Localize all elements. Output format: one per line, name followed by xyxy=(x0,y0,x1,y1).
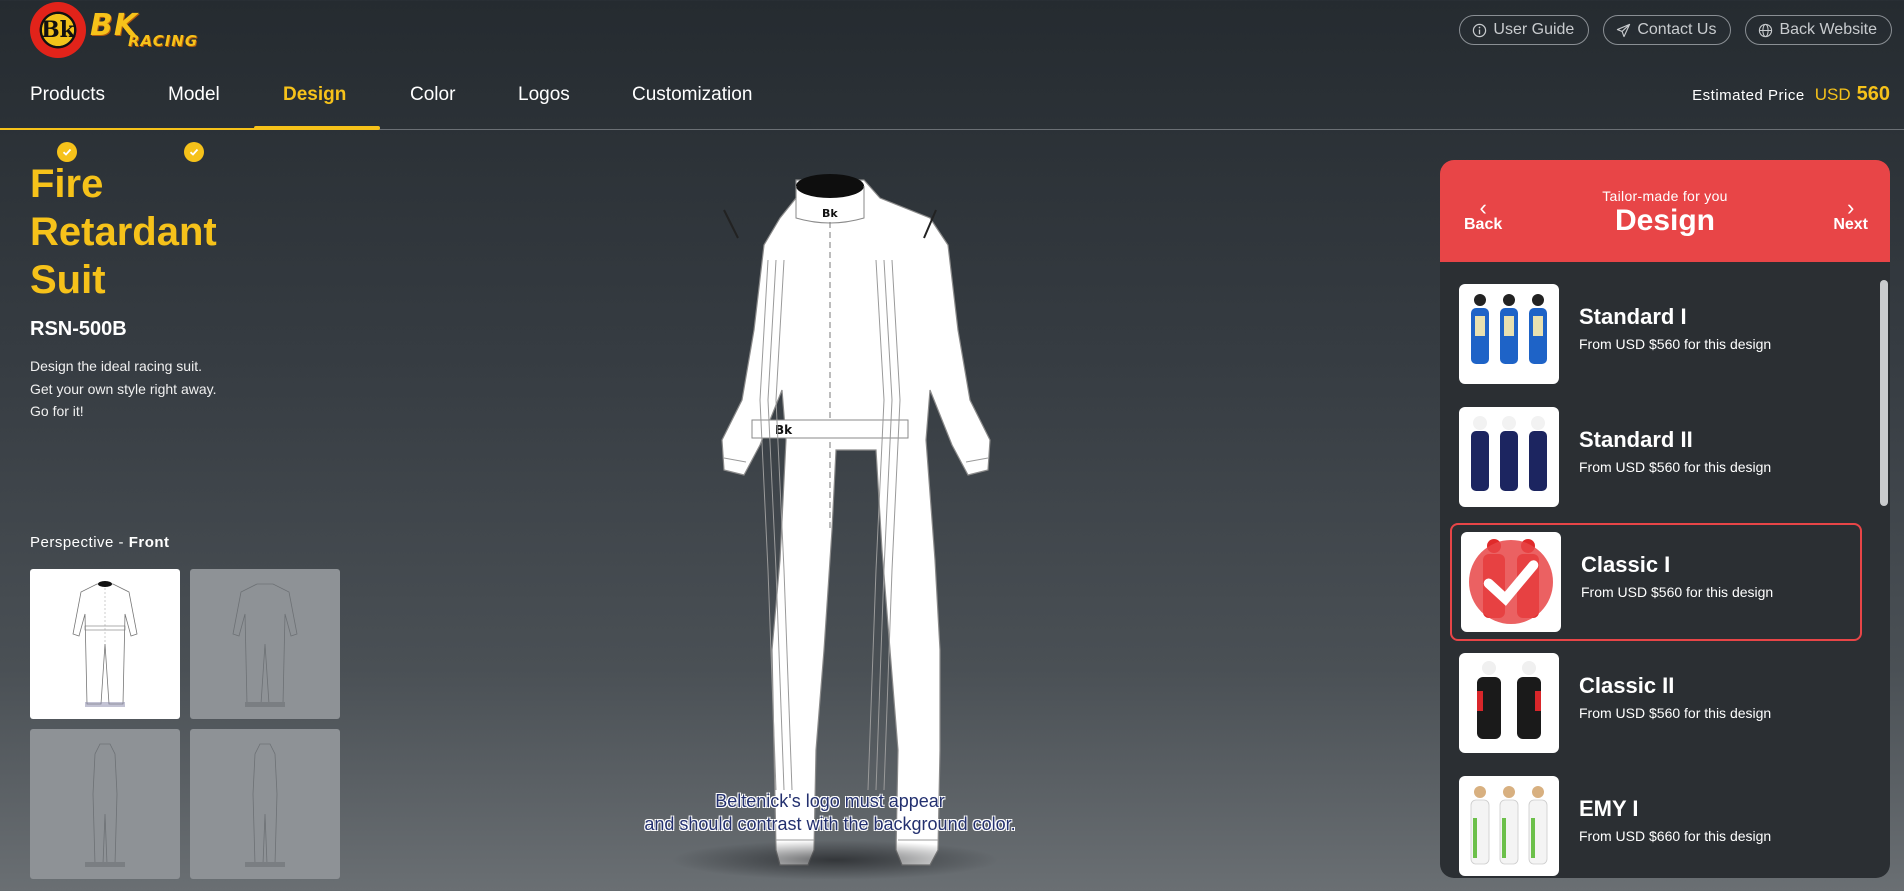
top-header: Bk BK RACING User Guide Contact Us Back … xyxy=(0,0,1904,60)
thumb-back[interactable] xyxy=(190,569,340,719)
tab-logos-label: Logos xyxy=(518,84,570,105)
description-line: Design the ideal racing suit. xyxy=(30,358,202,374)
logo-notice: Beltenick's logo must appear and should … xyxy=(620,790,1040,836)
user-guide-label: User Guide xyxy=(1493,21,1575,38)
design-thumbnail xyxy=(1459,653,1559,753)
three-drivers-white-icon xyxy=(1470,786,1548,865)
tab-customization[interactable]: Customization xyxy=(632,84,752,106)
design-thumbnail xyxy=(1461,532,1561,632)
design-price: From USD $560 for this design xyxy=(1579,459,1772,475)
next-label: Next xyxy=(1833,216,1868,233)
model-code: RSN-500B xyxy=(30,318,127,340)
check-icon xyxy=(57,142,78,162)
three-drivers-blue-icon xyxy=(1471,294,1547,364)
user-guide-button[interactable]: User Guide xyxy=(1459,15,1590,45)
selected-check-overlay xyxy=(1469,540,1553,624)
back-website-button[interactable]: Back Website xyxy=(1745,15,1892,45)
racing-suit-illustration: Bk Bk xyxy=(721,174,991,866)
suit-shadow xyxy=(670,840,1000,880)
brand-logo[interactable]: Bk BK RACING xyxy=(30,2,242,58)
chevron-right-icon: › xyxy=(1846,195,1855,220)
thumb-right-side[interactable] xyxy=(190,729,340,879)
design-thumbnail xyxy=(1459,407,1559,507)
product-description: Design the ideal racing suit. Get your o… xyxy=(30,355,350,423)
design-price: From USD $660 for this design xyxy=(1579,828,1772,844)
suit-right-thumb-icon xyxy=(245,743,285,867)
tab-customization-label: Customization xyxy=(632,84,753,105)
thumb-front[interactable] xyxy=(30,569,180,719)
product-title: Fire Retardant Suit xyxy=(30,162,217,302)
design-option-classic-i[interactable]: Classic I From USD $560 for this design xyxy=(1450,523,1862,641)
description-line: Go for it! xyxy=(30,403,84,419)
price-label: Estimated Price xyxy=(1692,87,1805,104)
logo-badge-icon: Bk xyxy=(30,2,86,58)
price-currency: USD xyxy=(1814,85,1851,104)
tab-design[interactable]: Design xyxy=(283,84,346,106)
design-price: From USD $560 for this design xyxy=(1581,584,1774,600)
design-option-classic-ii[interactable]: Classic II From USD $560 for this design xyxy=(1450,646,1862,764)
scrollbar-thumb[interactable] xyxy=(1880,280,1888,506)
tab-model[interactable]: Model xyxy=(168,84,220,162)
contact-us-button[interactable]: Contact Us xyxy=(1603,15,1732,45)
tab-design-label: Design xyxy=(283,84,347,105)
design-name: Standard II xyxy=(1579,427,1693,452)
active-tab-indicator xyxy=(254,126,380,130)
suit-front-thumb-icon xyxy=(72,581,138,707)
description-line: Get your own style right away. xyxy=(30,380,217,397)
design-name: Classic I xyxy=(1581,552,1671,577)
contact-us-label: Contact Us xyxy=(1637,21,1717,38)
design-option-standard-i[interactable]: Standard I From USD $560 for this design xyxy=(1450,277,1862,395)
suit-left-thumb-icon xyxy=(85,743,125,867)
send-icon xyxy=(1617,23,1631,37)
design-panel: ‹ Back Tailor-made for you Design › Next… xyxy=(1440,160,1890,878)
perspective-thumbnails xyxy=(30,569,340,879)
check-icon xyxy=(183,142,204,162)
suit-back-thumb-icon xyxy=(232,583,298,707)
top-links: User Guide Contact Us Back Website xyxy=(1459,15,1892,45)
next-button[interactable]: › Next xyxy=(1833,195,1868,234)
notice-line: and should contrast with the background … xyxy=(644,814,1016,834)
price-value: 560 xyxy=(1856,83,1890,105)
tab-products[interactable]: Products xyxy=(30,84,105,162)
three-drivers-navy-icon xyxy=(1471,416,1547,491)
suit-preview: Bk Bk xyxy=(600,150,1060,890)
tab-model-label: Model xyxy=(168,84,220,105)
panel-title: Design xyxy=(1614,204,1716,237)
perspective-label: Perspective - Front xyxy=(30,534,170,551)
design-name: Standard I xyxy=(1579,304,1687,329)
tab-products-label: Products xyxy=(30,84,105,105)
perspective-value: Front xyxy=(128,534,170,551)
logo-wordmark: BK RACING xyxy=(90,7,199,50)
design-price: From USD $560 for this design xyxy=(1579,336,1772,352)
tab-color-label: Color xyxy=(410,84,456,105)
panel-subtitle: Tailor-made for you xyxy=(1602,188,1728,204)
notice-line: Beltenick's logo must appear xyxy=(715,791,945,811)
list-scrollbar[interactable] xyxy=(1880,268,1888,876)
panel-header: ‹ Back Tailor-made for you Design › Next xyxy=(1440,160,1890,262)
design-name: EMY I xyxy=(1579,796,1639,821)
design-thumbnail xyxy=(1459,284,1559,384)
back-website-label: Back Website xyxy=(1779,21,1877,38)
check-icon xyxy=(1483,560,1539,606)
thumb-left-side[interactable] xyxy=(30,729,180,879)
design-option-emy-i[interactable]: EMY I From USD $660 for this design xyxy=(1450,769,1862,878)
design-name: Classic II xyxy=(1579,673,1675,698)
two-drivers-black-icon xyxy=(1477,661,1541,739)
tab-logos[interactable]: Logos xyxy=(518,84,570,106)
design-price: From USD $560 for this design xyxy=(1579,705,1772,721)
globe-icon xyxy=(1759,23,1773,37)
step-nav: Products Model Design Color Logos Custom… xyxy=(0,60,1904,162)
estimated-price: Estimated Price USD 560 xyxy=(1692,83,1890,106)
info-icon xyxy=(1473,23,1487,37)
perspective-prefix: Perspective - xyxy=(30,534,129,551)
design-option-standard-ii[interactable]: Standard II From USD $560 for this desig… xyxy=(1450,400,1862,518)
product-info: Fire Retardant Suit RSN-500B Design the … xyxy=(30,160,350,423)
svg-text:Bk: Bk xyxy=(822,207,838,220)
design-list[interactable]: Standard I From USD $560 for this design… xyxy=(1440,262,1890,878)
design-thumbnail xyxy=(1459,776,1559,876)
tab-color[interactable]: Color xyxy=(410,84,455,106)
